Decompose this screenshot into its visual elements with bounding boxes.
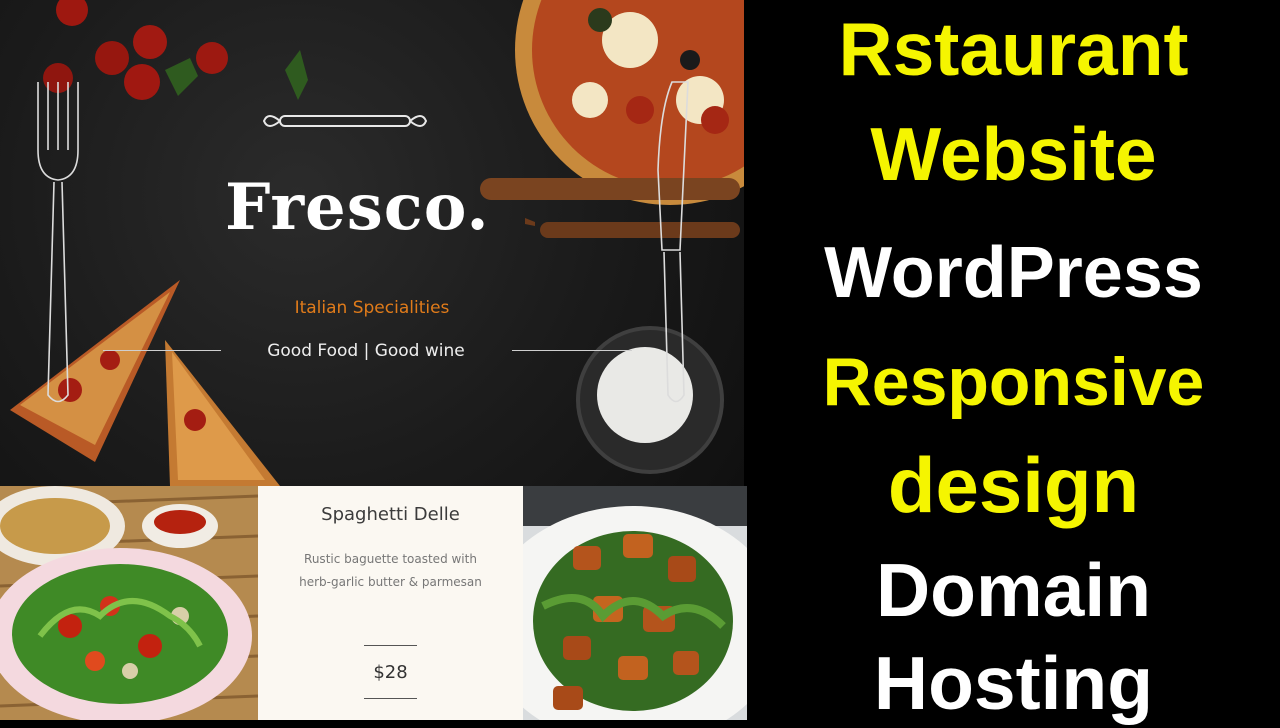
thumbnail-caption: Rstaurant Website WordPress Responsive desig… xyxy=(747,0,1280,725)
price-divider-bottom xyxy=(364,698,417,699)
pizza-image xyxy=(515,0,744,205)
menu-card: Spaghetti Delle Rustic baguette toasted … xyxy=(258,486,523,720)
divider-right xyxy=(512,350,632,351)
caption-line-2: Website xyxy=(870,112,1157,196)
dish-price: $28 xyxy=(373,662,408,683)
caption-line-4: Responsive xyxy=(822,344,1205,420)
caption-line-7: Hosting xyxy=(873,641,1154,725)
dish-title: Spaghetti Delle xyxy=(321,504,460,525)
hero-tagline: Good Food | Good wine xyxy=(267,341,465,361)
caption-line-6: Domain xyxy=(875,548,1152,632)
hero-banner: Fresco. Italian Specialities Good Food |… xyxy=(0,0,744,486)
food-photo-chicken xyxy=(523,486,747,720)
food-photo-salad xyxy=(0,486,258,720)
dish-description: Rustic baguette toasted with herb-garlic… xyxy=(299,552,482,589)
caption-line-5: design xyxy=(887,441,1140,529)
ornament-icon xyxy=(262,115,428,127)
brand-logo-text: Fresco. xyxy=(225,170,490,245)
price-divider-top xyxy=(364,645,417,646)
wooden-utensils-image xyxy=(480,178,740,238)
caption-line-1: Rstaurant xyxy=(838,7,1189,91)
hero-subtitle: Italian Specialities xyxy=(294,298,450,318)
caption-line-3: WordPress xyxy=(824,233,1203,313)
tomato-image xyxy=(43,0,308,100)
